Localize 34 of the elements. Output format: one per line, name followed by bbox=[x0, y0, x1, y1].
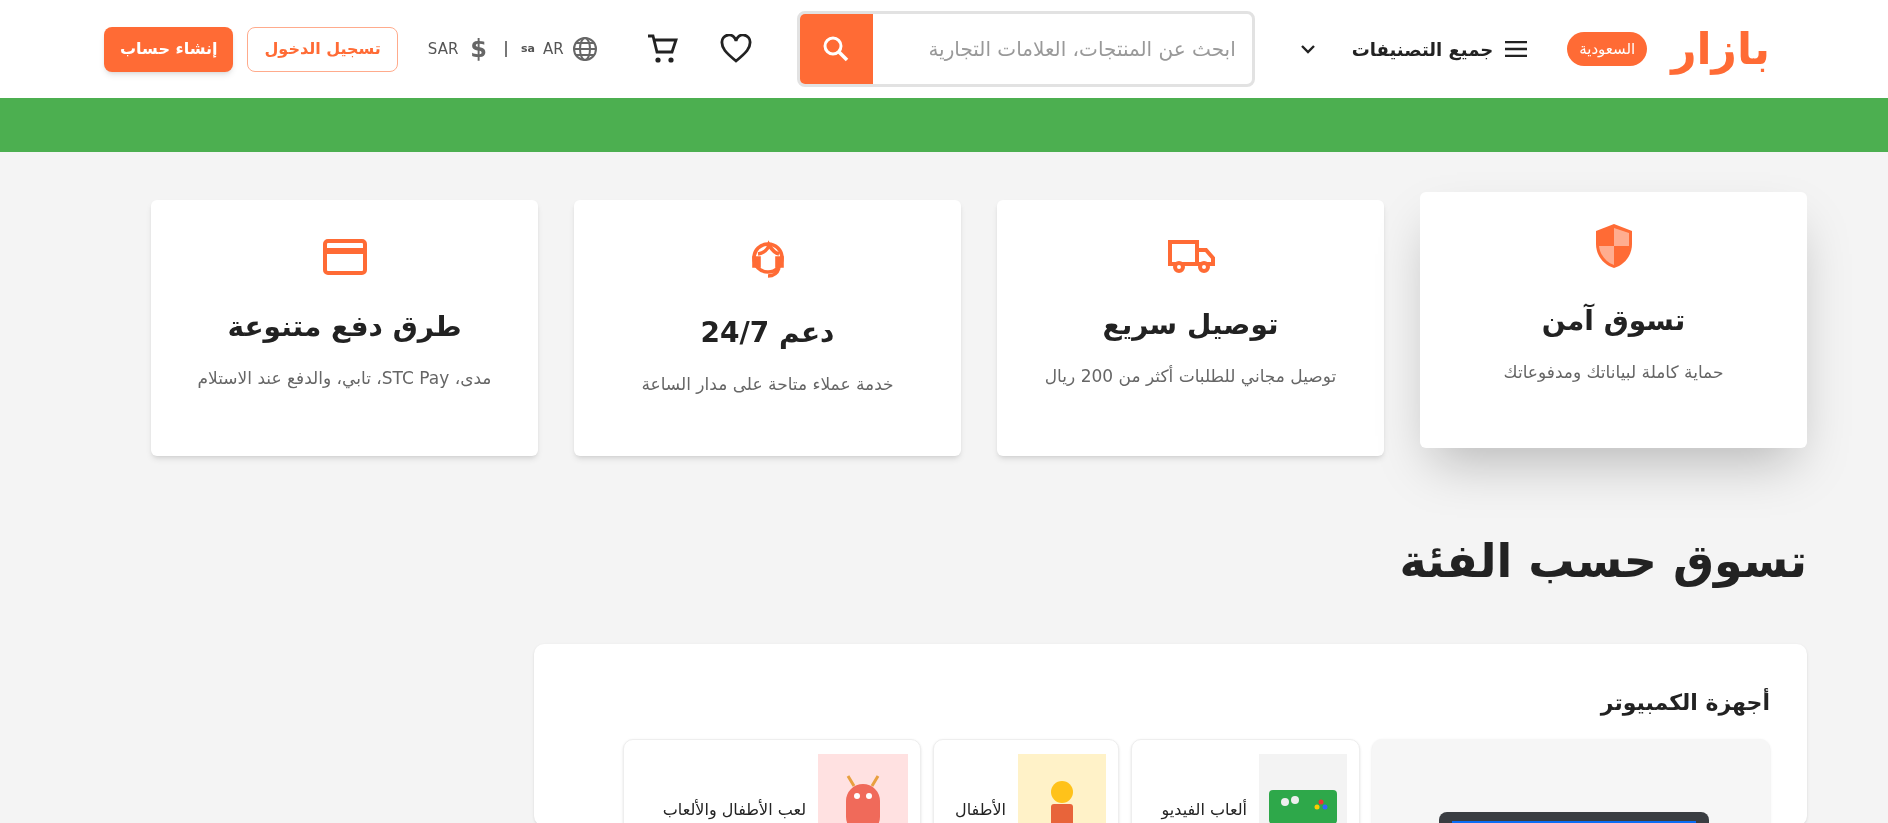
search-icon bbox=[822, 35, 851, 63]
heart-icon[interactable] bbox=[719, 34, 752, 64]
feature-description: توصيل مجاني للطلبات أكثر من 200 ريال bbox=[1044, 364, 1337, 389]
feature-description: مدى، STC Pay، تابي، والدفع عند الاستلام bbox=[197, 367, 492, 391]
globe-icon[interactable] bbox=[571, 36, 598, 62]
language-code[interactable]: AR bbox=[543, 37, 564, 61]
currency-code[interactable]: SAR bbox=[427, 37, 459, 61]
search-field[interactable]: ابحث عن المنتجات، العلامات التجارية bbox=[872, 14, 1252, 84]
dollar-icon[interactable]: $ bbox=[470, 31, 488, 67]
category-tile[interactable]: لعب الأطفال والألعاب bbox=[623, 739, 921, 823]
feature-title: تسوق آمن bbox=[1541, 302, 1686, 339]
feature-description: خدمة عملاء متاحة على مدار الساعة bbox=[641, 373, 894, 396]
chevron-down-icon bbox=[1299, 44, 1316, 54]
menu-icon bbox=[1505, 41, 1528, 57]
featured-category-card[interactable] bbox=[1372, 739, 1770, 823]
category-tile[interactable]: الأطفال bbox=[933, 739, 1119, 823]
truck-icon bbox=[1166, 238, 1215, 274]
category-tile[interactable]: ألعاب الفيديو bbox=[1131, 739, 1360, 823]
search-bar[interactable]: ابحث عن المنتجات، العلامات التجارية bbox=[796, 11, 1255, 87]
country-badge: السعودية bbox=[1567, 31, 1648, 67]
feature-title: طرق دفع متنوعة bbox=[227, 309, 462, 345]
cart-icon[interactable] bbox=[645, 33, 678, 65]
categories-menu[interactable]: جميع التصنيفات bbox=[1299, 35, 1528, 63]
flag-code: sa bbox=[521, 40, 536, 57]
category-label: الأطفال bbox=[955, 798, 1006, 821]
feature-title: دعم 24/7 bbox=[700, 315, 835, 351]
shield-icon bbox=[1593, 222, 1634, 270]
category-label: لعب الأطفال والألعاب bbox=[662, 798, 806, 821]
search-button[interactable] bbox=[799, 14, 873, 84]
feature-description: حماية كاملة لبياناتك ومدفوعاتك bbox=[1503, 361, 1724, 384]
panel-title: أجهزة الكمبيوتر bbox=[1598, 687, 1770, 718]
credit-card-icon bbox=[321, 238, 368, 276]
category-label: ألعاب الفيديو bbox=[1161, 798, 1247, 822]
feature-title: توصيل سريع bbox=[1102, 307, 1279, 343]
